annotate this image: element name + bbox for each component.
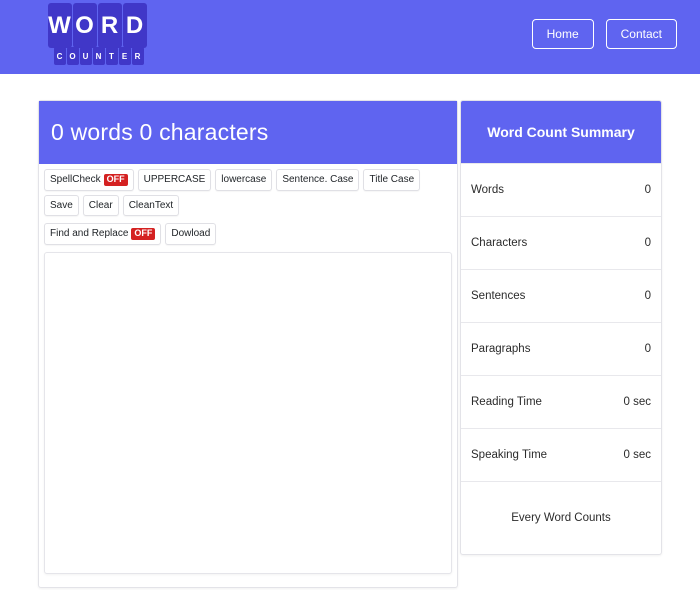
logo-subtile-r: R bbox=[131, 47, 144, 65]
summary-row-label: Speaking Time bbox=[471, 449, 548, 461]
editor-card: 0 words 0 characters SpellCheck OFF UPPERC… bbox=[38, 100, 458, 588]
summary-row: Sentences 0 bbox=[461, 269, 661, 322]
tool-btn-label: lowercase bbox=[221, 174, 267, 186]
summary-row: Reading Time 0 sec bbox=[461, 375, 661, 428]
nav-links: Home Contact bbox=[531, 19, 677, 49]
text-input-area[interactable] bbox=[44, 251, 452, 574]
summary-row-label: Characters bbox=[471, 237, 528, 249]
sentence-case-button[interactable]: Sentence. Case bbox=[276, 169, 360, 191]
tool-btn-label: UPPERCASE bbox=[143, 174, 206, 186]
uppercase-button[interactable]: UPPERCASE bbox=[137, 169, 212, 191]
summary-row: Speaking Time 0 sec bbox=[461, 428, 661, 481]
summary-row: Words 0 bbox=[461, 163, 661, 216]
logo-tile-o: O bbox=[72, 3, 97, 48]
toggle-state-badge[interactable]: OFF bbox=[131, 227, 156, 240]
nav-link-home[interactable]: Home bbox=[531, 19, 594, 49]
logo-subtile-o: O bbox=[66, 47, 79, 65]
spellcheck-button[interactable]: SpellCheck OFF bbox=[44, 169, 134, 191]
summary-row-value: 0 sec bbox=[623, 449, 652, 461]
summary-row-label: Reading Time bbox=[471, 396, 542, 408]
summary-row-label: Sentences bbox=[471, 290, 526, 302]
title-case-button[interactable]: Title Case bbox=[363, 169, 421, 191]
logo-subtile-t: T bbox=[105, 47, 118, 65]
logo-tile-d: D bbox=[122, 3, 147, 48]
top-navbar: WORD COUNTER Home Contact bbox=[0, 0, 700, 74]
tool-btn-label: CleanText bbox=[128, 199, 174, 211]
logo-subtile-c: C bbox=[53, 47, 66, 65]
find-and-replace-button[interactable]: Find and Replace OFF bbox=[44, 222, 162, 245]
summary-row-value: 0 bbox=[644, 343, 651, 355]
summary-row-label: Paragraphs bbox=[471, 343, 531, 355]
cleantext-button[interactable]: CleanText bbox=[122, 194, 180, 216]
tool-btn-label: Find and Replace bbox=[50, 228, 129, 240]
summary-title: Word Count Summary bbox=[461, 101, 661, 163]
summary-footer-tagline: Every Word Counts bbox=[461, 481, 661, 554]
summary-row-value: 0 bbox=[644, 184, 651, 196]
logo-word-text: WORD bbox=[47, 3, 147, 48]
lowercase-button[interactable]: lowercase bbox=[215, 169, 273, 191]
save-button[interactable]: Save bbox=[44, 194, 79, 216]
logo-tile-w: W bbox=[47, 3, 72, 48]
editor-toolbar-row-2: Find and Replace OFF Dowload bbox=[39, 218, 457, 247]
editor-toolbar-row-1: SpellCheck OFF UPPERCASE lowercase Sentence.… bbox=[39, 164, 457, 218]
summary-row-value: 0 bbox=[644, 290, 651, 302]
page-content: 0 words 0 characters SpellCheck OFF UPPERC… bbox=[0, 74, 700, 590]
summary-row: Characters 0 bbox=[461, 216, 661, 269]
site-logo[interactable]: WORD COUNTER bbox=[47, 3, 147, 69]
download-button[interactable]: Dowload bbox=[165, 222, 217, 245]
editor-header: 0 words 0 characters bbox=[39, 101, 457, 164]
word-char-count-title: 0 words 0 characters bbox=[51, 119, 269, 145]
summary-row-label: Words bbox=[471, 184, 505, 196]
toggle-state-badge[interactable]: OFF bbox=[103, 174, 128, 186]
summary-rows: Words 0 Characters 0 Sentences 0 Paragraphs 0 Re… bbox=[461, 163, 661, 481]
nav-link-contact[interactable]: Contact bbox=[605, 19, 677, 49]
clear-button[interactable]: Clear bbox=[82, 194, 119, 216]
textarea-wrapper bbox=[39, 247, 457, 587]
logo-subtile-n: N bbox=[92, 47, 105, 65]
logo-counter-text: COUNTER bbox=[50, 47, 147, 65]
tool-btn-label: Sentence. Case bbox=[282, 174, 354, 186]
tool-btn-label: Title Case bbox=[369, 174, 415, 186]
summary-row: Paragraphs 0 bbox=[461, 322, 661, 375]
tool-btn-label: Save bbox=[50, 199, 73, 211]
word-count-summary-card: Word Count Summary Words 0 Characters 0 Sent… bbox=[460, 100, 662, 555]
tool-btn-label: Clear bbox=[88, 199, 113, 211]
tool-btn-label: Dowload bbox=[171, 228, 211, 240]
summary-row-value: 0 bbox=[644, 237, 651, 249]
summary-row-value: 0 sec bbox=[623, 396, 652, 408]
tool-btn-label: SpellCheck bbox=[50, 174, 101, 186]
logo-tile-r: R bbox=[97, 3, 122, 48]
logo-subtile-e: E bbox=[118, 47, 131, 65]
logo-subtile-u: U bbox=[79, 47, 92, 65]
